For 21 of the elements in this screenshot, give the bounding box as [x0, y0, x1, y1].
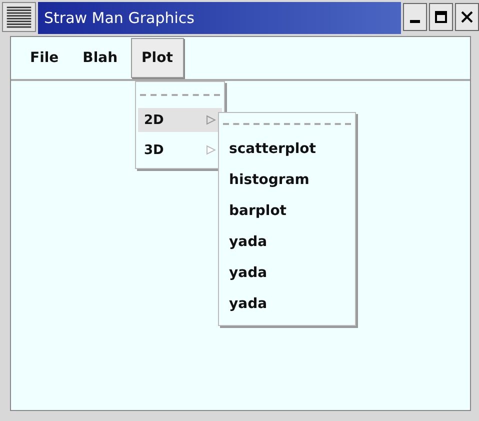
maximize-icon: [434, 10, 448, 24]
menu-item[interactable]: yada: [219, 226, 355, 257]
maximize-button[interactable]: [429, 3, 453, 31]
menu-item[interactable]: Blah: [72, 38, 129, 78]
window-title: Straw Man Graphics: [38, 2, 401, 34]
menu-item[interactable]: File: [19, 38, 70, 78]
menu-item[interactable]: 3D: [138, 138, 222, 162]
close-button[interactable]: [455, 3, 479, 31]
menu-item[interactable]: yada: [219, 288, 355, 319]
minimize-icon: [410, 20, 420, 23]
menu-item[interactable]: 2D: [138, 108, 222, 132]
submenu-arrow-icon: [206, 115, 216, 125]
close-icon: [460, 10, 474, 24]
submenu-arrow-icon: [206, 145, 216, 155]
menu-item[interactable]: scatterplot: [219, 133, 355, 164]
menu-item[interactable]: barplot: [219, 195, 355, 226]
menu-icon[interactable]: [2, 2, 36, 32]
menu-item[interactable]: yada: [219, 257, 355, 288]
menu-item[interactable]: Plot: [130, 38, 184, 78]
menu-item[interactable]: histogram: [219, 164, 355, 195]
minimize-button[interactable]: [403, 3, 427, 31]
